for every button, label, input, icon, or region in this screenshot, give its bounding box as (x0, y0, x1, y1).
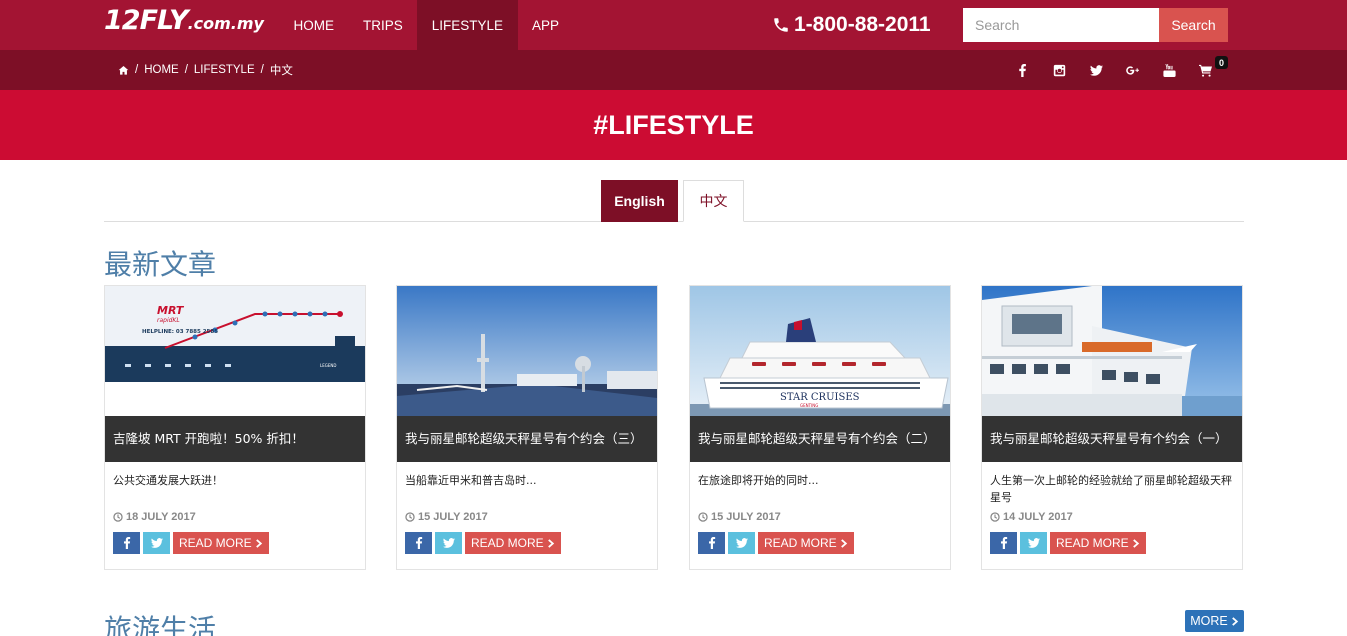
article-card[interactable]: MRT rapidKL HELPLINE: 03 7885 2585 LEGEN… (104, 285, 366, 570)
nav-app[interactable]: APP (518, 0, 574, 50)
clock-icon (113, 512, 123, 522)
article-actions: READ MORE (405, 532, 561, 554)
article-card[interactable]: 我与丽星邮轮超级天秤星号有个约会（三） 当船靠近甲米和普吉岛时... 15 JU… (396, 285, 658, 570)
share-facebook-button[interactable] (405, 532, 432, 554)
twitter-icon[interactable] (1085, 50, 1107, 90)
article-actions: READ MORE (113, 532, 269, 554)
clock-icon (405, 512, 415, 522)
sub-bar: / HOME / LIFESTYLE / 中文 (0, 50, 1347, 90)
share-facebook-button[interactable] (698, 532, 725, 554)
top-navbar: 12FLY.com.my HOME TRIPS LIFESTYLE APP 1-… (0, 0, 1347, 50)
twitter-icon (1027, 538, 1040, 548)
breadcrumb-separator: / (135, 64, 139, 76)
main-nav: HOME TRIPS LIFESTYLE APP (279, 0, 574, 50)
nav-home[interactable]: HOME (279, 0, 349, 50)
twitter-icon (150, 538, 163, 548)
hull-text-2: GENTING (800, 403, 818, 408)
breadcrumb-separator: / (184, 64, 188, 76)
chevron-right-icon (547, 538, 554, 548)
twitter-icon (442, 538, 455, 548)
cart-icon[interactable] (1194, 50, 1216, 90)
share-twitter-button[interactable] (435, 532, 462, 554)
site-logo[interactable]: 12FLY.com.my (104, 7, 264, 34)
article-title[interactable]: 我与丽星邮轮超级天秤星号有个约会（一） (982, 416, 1242, 462)
article-excerpt: 在旅途即将开始的同时... (698, 474, 819, 487)
article-actions: READ MORE (990, 532, 1146, 554)
article-image[interactable] (397, 286, 657, 417)
article-card[interactable]: 我与丽星邮轮超级天秤星号有个约会（一） 人生第一次上邮轮的经验就给了丽星邮轮超级… (981, 285, 1243, 570)
read-more-button[interactable]: READ MORE (1050, 532, 1146, 554)
hero-banner: #LIFESTYLE (0, 90, 1347, 160)
clock-icon (990, 512, 1000, 522)
read-more-button[interactable]: READ MORE (758, 532, 854, 554)
rapidkl-text: rapidKL (157, 317, 180, 324)
article-excerpt: 公共交通发展大跃进！ (113, 474, 223, 487)
chevron-right-icon (255, 538, 262, 548)
read-more-button[interactable]: READ MORE (465, 532, 561, 554)
article-actions: READ MORE (698, 532, 854, 554)
facebook-icon (708, 537, 715, 549)
clock-icon (698, 512, 708, 522)
chevron-right-icon (840, 538, 847, 548)
home-icon[interactable] (118, 65, 129, 76)
mrt-logo-text: MRT (157, 304, 185, 317)
more-button[interactable]: MORE (1185, 610, 1244, 632)
helpline-text: HELPLINE: 03 7885 2585 (142, 329, 218, 335)
article-title[interactable]: 吉隆坡 MRT 开跑啦！50% 折扣！ (105, 416, 365, 462)
tab-english[interactable]: English (601, 180, 678, 222)
article-card[interactable]: STAR CRUISES GENTING 我与丽星邮轮超级天秤星号有个约会（二）… (689, 285, 951, 570)
breadcrumb-home[interactable]: HOME (144, 64, 179, 76)
facebook-icon (123, 537, 130, 549)
phone-number-text: 1-800-88-2011 (794, 13, 931, 36)
article-title[interactable]: 我与丽星邮轮超级天秤星号有个约会（三） (397, 416, 657, 462)
instagram-icon[interactable] (1048, 50, 1070, 90)
hull-text: STAR CRUISES (780, 392, 860, 403)
twitter-icon (735, 538, 748, 548)
article-date: 15 JULY 2017 (405, 511, 488, 523)
youtube-icon[interactable] (1158, 50, 1180, 90)
share-twitter-button[interactable] (1020, 532, 1047, 554)
phone-number[interactable]: 1-800-88-2011 (772, 13, 931, 37)
article-date: 18 JULY 2017 (113, 511, 196, 523)
nav-lifestyle[interactable]: LIFESTYLE (417, 0, 518, 50)
search-input[interactable] (963, 8, 1159, 42)
article-excerpt: 人生第一次上邮轮的经验就给了丽星邮轮超级天秤星号 (990, 474, 1232, 504)
share-facebook-button[interactable] (113, 532, 140, 554)
read-more-button[interactable]: READ MORE (173, 532, 269, 554)
article-date: 15 JULY 2017 (698, 511, 781, 523)
google-plus-icon[interactable] (1121, 50, 1143, 90)
cart-count-badge: 0 (1215, 56, 1228, 69)
article-image[interactable]: STAR CRUISES GENTING (690, 286, 950, 417)
article-image[interactable]: MRT rapidKL HELPLINE: 03 7885 2585 LEGEN… (105, 286, 365, 417)
share-twitter-button[interactable] (143, 532, 170, 554)
breadcrumb-current: 中文 (269, 63, 293, 77)
share-facebook-button[interactable] (990, 532, 1017, 554)
breadcrumb-separator: / (260, 64, 264, 76)
breadcrumb-lifestyle[interactable]: LIFESTYLE (194, 64, 255, 76)
chevron-right-icon (1132, 538, 1139, 548)
facebook-icon (1000, 537, 1007, 549)
phone-icon (774, 18, 788, 32)
facebook-icon[interactable] (1011, 50, 1033, 90)
section-title-latest: 最新文章 (104, 248, 217, 281)
share-twitter-button[interactable] (728, 532, 755, 554)
facebook-icon (415, 537, 422, 549)
page-title: #LIFESTYLE (593, 109, 754, 140)
search-button[interactable]: Search (1159, 8, 1228, 42)
article-title[interactable]: 我与丽星邮轮超级天秤星号有个约会（二） (690, 416, 950, 462)
tab-chinese[interactable]: 中文 (683, 180, 744, 222)
article-date: 14 JULY 2017 (990, 511, 1073, 523)
chevron-right-icon (1231, 616, 1238, 626)
article-image[interactable] (982, 286, 1242, 417)
nav-trips[interactable]: TRIPS (349, 0, 418, 50)
breadcrumb: / HOME / LIFESTYLE / 中文 (118, 50, 293, 90)
section-title-travel: 旅游生活 (104, 613, 217, 636)
article-excerpt: 当船靠近甲米和普吉岛时... (405, 474, 537, 487)
legend-text: LEGEND (320, 363, 336, 368)
